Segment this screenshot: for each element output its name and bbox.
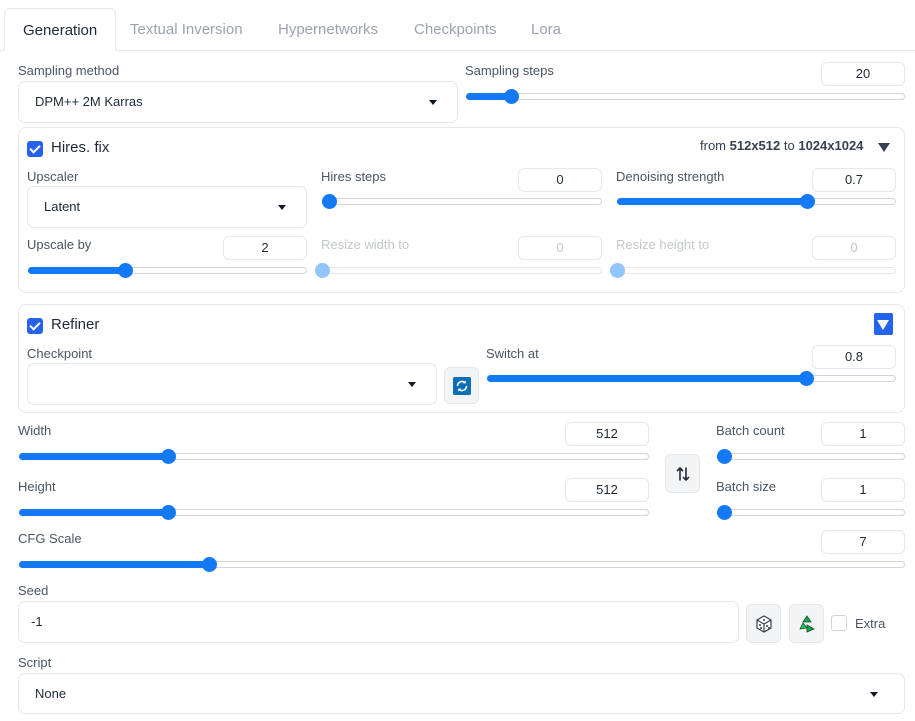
summary-to-value: 1024x1024: [798, 138, 864, 153]
resize-height-label: Resize height to: [616, 237, 710, 252]
recycle-icon: [798, 614, 815, 633]
resize-width-label: Resize width to: [321, 237, 410, 252]
summary-from-value: 512x512: [729, 138, 781, 153]
resize-width-slider[interactable]: [315, 263, 602, 279]
script-value: None: [35, 686, 67, 701]
switch-at-slider[interactable]: [487, 371, 896, 387]
switch-at-input[interactable]: 0.8: [812, 345, 896, 369]
denoising-strength-label: Denoising strength: [616, 169, 725, 184]
hires-steps-label: Hires steps: [321, 169, 387, 184]
seed-input[interactable]: -1: [18, 601, 739, 643]
hires-fix-checkbox[interactable]: [27, 141, 43, 157]
height-slider[interactable]: [19, 505, 649, 521]
slider-thumb[interactable]: [161, 449, 176, 464]
denoising-strength-input[interactable]: 0.7: [812, 168, 896, 192]
denoising-strength-slider[interactable]: [617, 194, 896, 210]
slider-thumb[interactable]: [315, 263, 330, 278]
hires-fix-title: Hires. fix: [51, 139, 110, 156]
upscale-by-label: Upscale by: [27, 237, 92, 252]
width-label: Width: [18, 423, 52, 438]
slider-thumb[interactable]: [799, 371, 814, 386]
cfg-scale-input[interactable]: 7: [821, 530, 905, 554]
slider-thumb[interactable]: [504, 89, 519, 104]
extra-label: Extra: [855, 616, 886, 631]
sampling-method-dropdown[interactable]: DPM++ 2M Karras: [18, 81, 458, 123]
tab-generation[interactable]: Generation: [4, 8, 117, 51]
random-seed-button[interactable]: [746, 604, 781, 643]
dice-icon: [755, 614, 772, 633]
refresh-icon: [452, 376, 471, 395]
upscaler-dropdown[interactable]: Latent: [27, 186, 307, 228]
tab-checkpoints[interactable]: Checkpoints: [396, 8, 515, 51]
sampling-method-label: Sampling method: [18, 63, 120, 78]
chevron-down-icon: [278, 205, 286, 210]
height-input[interactable]: 512: [565, 478, 649, 502]
resize-width-input[interactable]: 0: [518, 236, 602, 260]
batch-size-input[interactable]: 1: [821, 478, 905, 502]
collapse-toggle-icon[interactable]: [874, 313, 893, 335]
batch-count-input[interactable]: 1: [821, 422, 905, 446]
slider-thumb[interactable]: [800, 194, 815, 209]
seed-label: Seed: [18, 583, 49, 598]
switch-at-label: Switch at: [486, 346, 539, 361]
collapse-triangle-icon[interactable]: [878, 143, 890, 152]
height-label: Height: [18, 479, 56, 494]
script-label: Script: [18, 655, 52, 670]
refiner-title: Refiner: [51, 316, 100, 333]
width-slider[interactable]: [19, 449, 649, 465]
extra-checkbox[interactable]: [831, 615, 847, 631]
summary-to-text: to: [783, 138, 795, 153]
upscaler-label: Upscaler: [27, 169, 79, 184]
tab-hypernetworks[interactable]: Hypernetworks: [260, 8, 396, 51]
hires-steps-input[interactable]: 0: [518, 168, 602, 192]
cfg-scale-label: CFG Scale: [18, 531, 82, 546]
upscaler-value: Latent: [44, 199, 81, 214]
slider-thumb[interactable]: [610, 263, 625, 278]
slider-thumb[interactable]: [322, 194, 337, 209]
batch-size-label: Batch size: [716, 479, 776, 494]
checkpoint-dropdown[interactable]: [27, 363, 437, 405]
sampling-method-value: DPM++ 2M Karras: [35, 94, 143, 109]
resize-height-input[interactable]: 0: [812, 236, 896, 260]
batch-count-label: Batch count: [716, 423, 785, 438]
hires-fix-summary: from 512x512 to 1024x1024: [700, 138, 863, 153]
script-dropdown[interactable]: None: [18, 673, 905, 714]
batch-size-slider[interactable]: [717, 505, 905, 521]
sampling-steps-slider[interactable]: [466, 89, 905, 105]
reuse-seed-button[interactable]: [789, 604, 824, 643]
batch-count-slider[interactable]: [717, 449, 905, 465]
checkpoint-label: Checkpoint: [27, 346, 93, 361]
swap-dimensions-button[interactable]: [665, 454, 700, 493]
chevron-down-icon: [429, 100, 437, 105]
cfg-scale-slider[interactable]: [19, 557, 905, 573]
slider-thumb[interactable]: [717, 505, 732, 520]
slider-thumb[interactable]: [717, 449, 732, 464]
resize-height-slider[interactable]: [610, 263, 896, 279]
tab-textual-inversion[interactable]: Textual Inversion: [112, 8, 261, 51]
chevron-down-icon: [870, 692, 878, 697]
hires-steps-slider[interactable]: [322, 194, 602, 210]
sampling-steps-input[interactable]: 20: [821, 62, 905, 86]
slider-thumb[interactable]: [202, 557, 217, 572]
refiner-checkbox[interactable]: [27, 318, 43, 334]
chevron-down-icon: [408, 382, 416, 387]
summary-from-text: from: [700, 138, 726, 153]
width-input[interactable]: 512: [565, 422, 649, 446]
seed-value: -1: [31, 614, 43, 629]
sampling-steps-label: Sampling steps: [465, 63, 554, 78]
swap-arrows-icon: [676, 466, 689, 481]
slider-thumb[interactable]: [161, 505, 176, 520]
tab-lora[interactable]: Lora: [513, 8, 579, 51]
upscale-by-input[interactable]: 2: [223, 236, 307, 260]
upscale-by-slider[interactable]: [28, 263, 307, 279]
slider-thumb[interactable]: [118, 263, 133, 278]
refresh-button[interactable]: [444, 367, 479, 404]
